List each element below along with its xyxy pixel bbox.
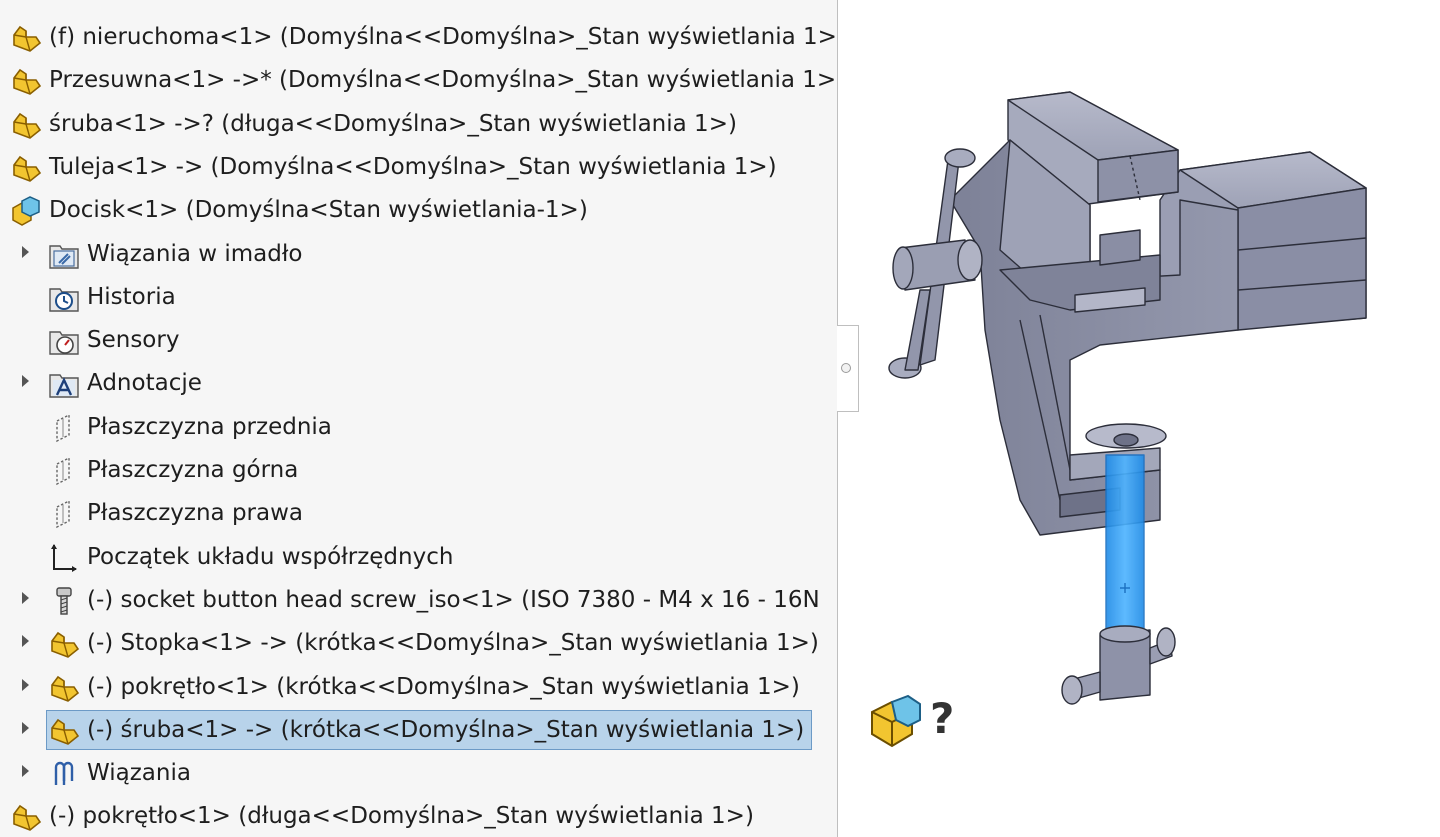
tree-item-label: Wiązania w imadło: [87, 240, 303, 267]
tree-item[interactable]: Płaszczyzna górna: [0, 450, 837, 490]
mates-icon: [48, 759, 80, 789]
part-icon: [10, 153, 42, 183]
tree-item[interactable]: Docisk<1> (Domyślna<Stan wyświetlania-1>…: [0, 190, 837, 230]
tree-item[interactable]: (-) śruba<1> -> (krótka<<Domyślna>_Stan …: [0, 709, 837, 750]
tree-item[interactable]: Historia: [0, 277, 837, 317]
tree-item[interactable]: (f) nieruchoma<1> (Domyślna<<Domyślna>_S…: [0, 17, 837, 57]
tree-item[interactable]: (-) pokrętło<1> (długa<<Domyślna>_Stan w…: [0, 796, 837, 836]
tree-item-label: Docisk<1> (Domyślna<Stan wyświetlania-1>…: [49, 197, 588, 224]
plane-icon: [48, 499, 80, 529]
part-icon: [10, 66, 42, 96]
plane-icon: [48, 413, 80, 443]
tree-item[interactable]: Początek układu współrzędnych: [0, 537, 837, 577]
feature-manager-tree: (f) nieruchoma<1> (Domyślna<<Domyślna>_S…: [0, 0, 838, 837]
tree-item[interactable]: Adnotacje: [0, 363, 837, 403]
tree-item[interactable]: Przesuwna<1> ->* (Domyślna<<Domyślna>_St…: [0, 60, 837, 100]
tree-item[interactable]: Wiązania: [0, 753, 837, 793]
expand-arrow-icon[interactable]: [22, 678, 29, 691]
tree-item-label: śruba<1> ->? (długa<<Domyślna>_Stan wyśw…: [49, 110, 737, 137]
panel-splitter[interactable]: [837, 325, 859, 412]
tree-item-label: Początek układu współrzędnych: [87, 543, 454, 570]
part-icon: [10, 23, 42, 53]
tree-item-label: (-) pokrętło<1> (długa<<Domyślna>_Stan w…: [49, 803, 754, 830]
history-icon: [48, 283, 80, 313]
tree-item[interactable]: Płaszczyzna prawa: [0, 493, 837, 533]
tree-item-label: Tuleja<1> -> (Domyślna<<Domyślna>_Stan w…: [49, 153, 777, 180]
tree-item-label: Historia: [87, 283, 176, 310]
sensors-icon: [48, 326, 80, 356]
tree-item[interactable]: (-) Stopka<1> -> (krótka<<Domyślna>_Stan…: [0, 623, 837, 663]
assembly-question-icon: [871, 694, 921, 748]
part-icon: [48, 716, 80, 746]
tree-item-label: (-) pokrętło<1> (krótka<<Domyślna>_Stan …: [87, 673, 800, 700]
expand-arrow-icon[interactable]: [22, 375, 29, 388]
tree-item[interactable]: śruba<1> ->? (długa<<Domyślna>_Stan wyśw…: [0, 104, 837, 144]
tree-item-label: (-) Stopka<1> -> (krótka<<Domyślna>_Stan…: [87, 630, 819, 657]
tree-item-label: Płaszczyzna przednia: [87, 413, 332, 440]
tree-item-label: (-) socket button head screw_iso<1> (ISO…: [87, 586, 820, 613]
tree-item[interactable]: Płaszczyzna przednia: [0, 407, 837, 447]
part-icon: [10, 802, 42, 832]
tree-item[interactable]: Sensory: [0, 320, 837, 360]
tree-item[interactable]: Wiązania w imadło: [0, 234, 837, 274]
expand-arrow-icon[interactable]: [22, 591, 29, 604]
expand-arrow-icon[interactable]: [22, 245, 29, 258]
splitter-knob[interactable]: [841, 363, 851, 373]
tree-item-label: (-) śruba<1> -> (krótka<<Domyślna>_Stan …: [87, 716, 805, 743]
tree-item-label: Sensory: [87, 327, 180, 354]
tree-item-label: Adnotacje: [87, 370, 202, 397]
question-mark: ?: [930, 694, 955, 743]
expand-arrow-icon[interactable]: [22, 721, 29, 734]
tree-item-label: Płaszczyzna prawa: [87, 500, 303, 527]
assembly-status-badge: ?: [866, 694, 956, 750]
screw-icon: [48, 586, 80, 616]
origin-icon: [48, 543, 80, 573]
expand-arrow-icon[interactable]: [22, 765, 29, 778]
expand-arrow-icon[interactable]: [22, 635, 29, 648]
tree-item[interactable]: (-) pokrętło<1> (krótka<<Domyślna>_Stan …: [0, 667, 837, 707]
mates-folder-icon: [48, 240, 80, 270]
part-icon: [48, 629, 80, 659]
annotations-icon: [48, 369, 80, 399]
tree-item-label: Wiązania: [87, 760, 191, 787]
part-icon: [48, 673, 80, 703]
plane-icon: [48, 456, 80, 486]
part-icon: [10, 110, 42, 140]
assembly-icon: [10, 196, 42, 227]
tree-item-label: (f) nieruchoma<1> (Domyślna<<Domyślna>_S…: [49, 24, 837, 50]
vise-model[interactable]: [888, 91, 1367, 705]
tree-item[interactable]: (-) socket button head screw_iso<1> (ISO…: [0, 580, 837, 620]
tree-item[interactable]: Tuleja<1> -> (Domyślna<<Domyślna>_Stan w…: [0, 147, 837, 187]
tree-item-label: Płaszczyzna górna: [87, 457, 299, 483]
tree-item-label: Przesuwna<1> ->* (Domyślna<<Domyślna>_St…: [49, 67, 837, 94]
